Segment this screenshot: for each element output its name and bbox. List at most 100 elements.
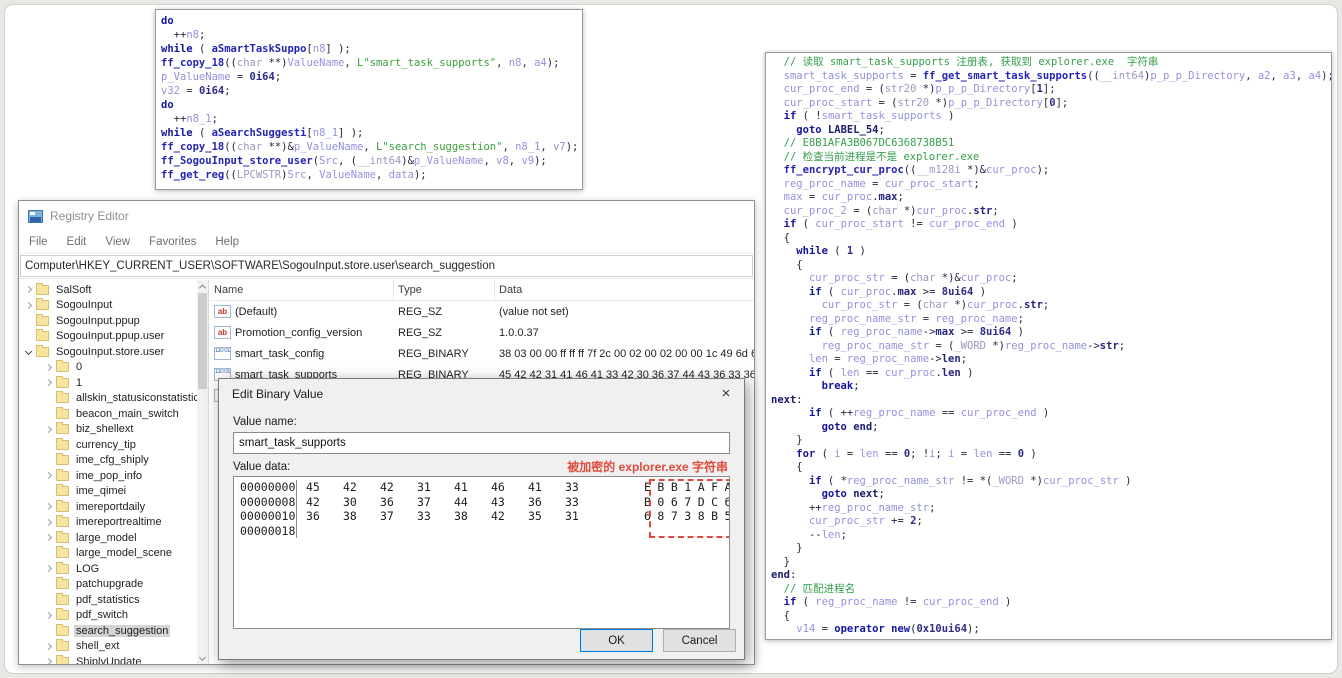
code-line: max = cur_proc.max;: [783, 191, 904, 203]
tree-item-1[interactable]: 1: [19, 375, 197, 391]
chevron-right-icon[interactable]: [24, 301, 33, 309]
code-line: for ( i = len == 0; !i; i = len == 0 ): [796, 447, 1037, 460]
tree-item-ime_qimei[interactable]: ime_qimei: [19, 484, 197, 500]
chevron-right-icon[interactable]: [44, 658, 53, 664]
code-line: v32 = 0i64;: [161, 85, 231, 97]
edit-binary-value-dialog: Edit Binary Value × Value name: smart_ta…: [218, 378, 745, 660]
ok-button[interactable]: OK: [580, 629, 653, 652]
tree-item-pdf_switch[interactable]: pdf_switch: [19, 608, 197, 624]
value-name-label: Value name:: [233, 416, 297, 428]
tree-item-patchupgrade[interactable]: patchupgrade: [19, 577, 197, 593]
address-bar-input[interactable]: Computer\HKEY_CURRENT_USER\SOFTWARE\Sogo…: [20, 255, 753, 277]
tree-item-biz_shellext[interactable]: biz_shellext: [19, 422, 197, 438]
tree-item-imereportrealtime[interactable]: imereportrealtime: [19, 515, 197, 531]
column-header-type[interactable]: Type: [394, 280, 495, 300]
menu-item-file[interactable]: File: [29, 236, 48, 248]
code-line: {: [796, 258, 803, 271]
tree-item-pdf_statistics[interactable]: pdf_statistics: [19, 592, 197, 608]
code-line: cur_proc_end = (str20 *)p_p_p_Directory[…: [783, 83, 1056, 95]
tree-item-search_suggestion[interactable]: search_suggestion: [19, 623, 197, 639]
chevron-right-icon[interactable]: [44, 472, 53, 480]
tree-item-SogouInput[interactable]: SogouInput: [19, 298, 197, 314]
dialog-title: Edit Binary Value: [232, 386, 324, 401]
tree-item-label: SogouInput.store.user: [56, 345, 165, 358]
chevron-placeholder: [46, 628, 51, 633]
folder-icon: [36, 298, 49, 311]
tree-item-label: 1: [76, 376, 83, 389]
tree-item-LOG[interactable]: LOG: [19, 561, 197, 577]
hex-row: 000000004542423141464133 EBB1AFA3: [234, 480, 729, 495]
hex-editor[interactable]: 000000004542423141464133EBB1AFA300000008…: [233, 476, 730, 629]
code-line: if ( reg_proc_name != cur_proc_end ): [783, 596, 1012, 608]
value-data-text: 38 03 00 00 ff ff ff 7f 2c 00 02 00 02 0…: [499, 347, 754, 360]
scrollbar-down-icon[interactable]: [197, 651, 208, 664]
code-line: do: [161, 99, 174, 111]
code-line: do: [161, 15, 174, 27]
code-line: if ( ++reg_proc_name == cur_proc_end ): [808, 407, 1050, 419]
code-line: while ( aSmartTaskSuppo[n8] );: [161, 43, 351, 55]
tree-item-0[interactable]: 0: [19, 360, 197, 376]
value-name-input[interactable]: smart_task_supports: [233, 432, 730, 454]
cancel-button[interactable]: Cancel: [663, 629, 736, 652]
folder-icon: [56, 437, 69, 450]
code-line: {: [796, 461, 803, 473]
tree-item-ShiplyUpdate[interactable]: ShiplyUpdate: [19, 654, 197, 664]
tree-item-SogouInput.ppup[interactable]: SogouInput.ppup: [19, 313, 197, 329]
value-name-text: smart_task_config: [235, 347, 325, 360]
menu-item-view[interactable]: View: [105, 236, 130, 248]
value-name-text: (Default): [235, 305, 278, 318]
folder-icon: [56, 530, 69, 543]
column-header-data[interactable]: Data: [495, 280, 754, 300]
chevron-placeholder: [46, 442, 51, 447]
tree-item-ime_pop_info[interactable]: ime_pop_info: [19, 468, 197, 484]
menu-item-help[interactable]: Help: [215, 236, 239, 248]
tree-item-label: ime_cfg_shiply: [76, 454, 149, 467]
scrollbar-thumb[interactable]: [198, 293, 207, 389]
tree-scrollbar[interactable]: [197, 280, 208, 664]
encrypted-string-annotation: 被加密的 explorer.exe 字符串: [567, 460, 728, 474]
chevron-right-icon[interactable]: [44, 642, 53, 650]
tree-item-label: SogouInput.ppup: [56, 314, 140, 327]
hex-offset: 00000018: [240, 523, 296, 538]
column-header-name[interactable]: Name: [209, 280, 394, 300]
chevron-placeholder: [46, 582, 51, 587]
chevron-right-icon[interactable]: [44, 503, 53, 511]
chevron-right-icon[interactable]: [44, 518, 53, 526]
tree-item-large_model_scene[interactable]: large_model_scene: [19, 546, 197, 562]
chevron-right-icon[interactable]: [44, 534, 53, 542]
chevron-right-icon[interactable]: [44, 363, 53, 371]
chevron-right-icon[interactable]: [44, 425, 53, 433]
tree-item-label: biz_shellext: [76, 423, 134, 436]
scrollbar-up-icon[interactable]: [197, 280, 208, 293]
folder-icon: [36, 329, 49, 342]
close-icon[interactable]: ×: [708, 380, 744, 408]
folder-icon: [56, 375, 69, 388]
menu-item-favorites[interactable]: Favorites: [149, 236, 196, 248]
value-row-(Default)[interactable]: ab (Default) REG_SZ (value not set): [209, 301, 754, 322]
tree-item-imereportdaily[interactable]: imereportdaily: [19, 499, 197, 515]
tree-item-shell_ext[interactable]: shell_ext: [19, 639, 197, 655]
code-line: if ( !smart_task_supports ): [783, 110, 955, 122]
chevron-right-icon[interactable]: [44, 611, 53, 619]
tree-item-SalSoft[interactable]: SalSoft: [19, 282, 197, 298]
tree-item-ime_cfg_shiply[interactable]: ime_cfg_shiply: [19, 453, 197, 469]
tree-item-SogouInput.ppup.user[interactable]: SogouInput.ppup.user: [19, 329, 197, 345]
value-row-smart_task_config[interactable]: 110 011 smart_task_config REG_BINARY 38 03 …: [209, 343, 754, 364]
chevron-down-icon[interactable]: [24, 348, 33, 356]
chevron-right-icon[interactable]: [24, 286, 33, 294]
value-data-label: Value data:: [233, 461, 291, 473]
code-line: len = reg_proc_name->len;: [808, 353, 968, 365]
tree-item-currency_tip[interactable]: currency_tip: [19, 437, 197, 453]
value-type-text: REG_BINARY: [398, 347, 469, 360]
tree-item-SogouInput.store.user[interactable]: SogouInput.store.user: [19, 344, 197, 360]
hex-ascii: 68738B51: [644, 509, 729, 523]
tree-item-large_model[interactable]: large_model: [19, 530, 197, 546]
tree-item-allskin_statusiconstatistics[interactable]: allskin_statusiconstatistics: [19, 391, 197, 407]
chevron-right-icon[interactable]: [44, 379, 53, 387]
tree-item-beacon_main_switch[interactable]: beacon_main_switch: [19, 406, 197, 422]
tree-item-label: imereportrealtime: [76, 516, 162, 529]
chevron-right-icon[interactable]: [44, 565, 53, 573]
menu-item-edit[interactable]: Edit: [67, 236, 87, 248]
folder-icon: [56, 608, 69, 621]
value-row-Promotion_config_version[interactable]: ab Promotion_config_version REG_SZ 1.0.0.37: [209, 322, 754, 343]
